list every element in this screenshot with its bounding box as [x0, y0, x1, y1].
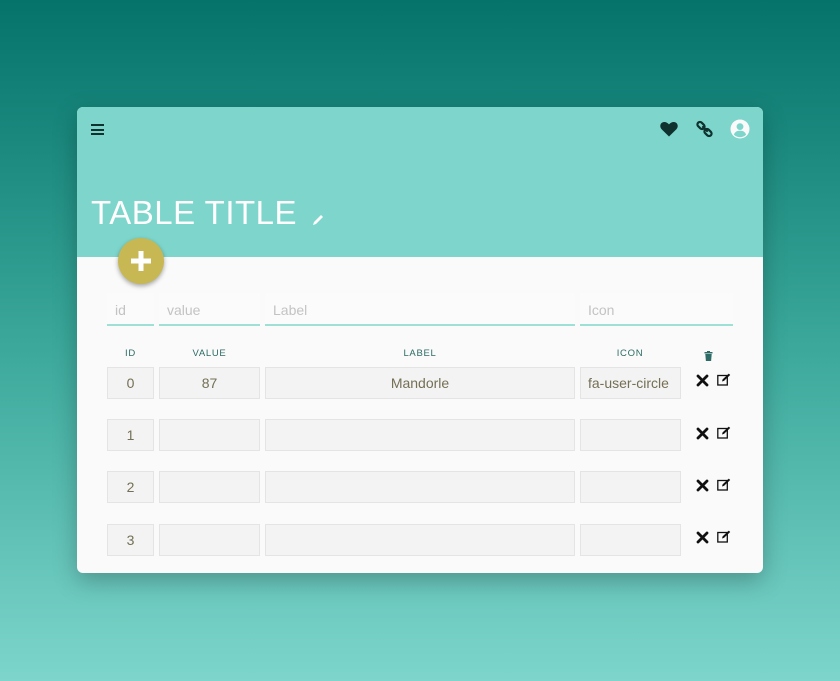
- delete-row-icon[interactable]: [696, 531, 709, 544]
- cell-label[interactable]: [265, 524, 575, 556]
- link-icon[interactable]: [695, 119, 715, 139]
- filter-id-input[interactable]: [107, 293, 154, 326]
- cell-label[interactable]: [265, 419, 575, 451]
- column-header-icon[interactable]: ICON: [580, 348, 680, 359]
- cell-value[interactable]: [159, 524, 260, 556]
- cell-value[interactable]: [159, 471, 260, 503]
- user-circle-icon[interactable]: [730, 119, 750, 139]
- delete-row-icon[interactable]: [696, 374, 709, 387]
- cell-id[interactable]: 3: [107, 524, 154, 556]
- column-header-label[interactable]: LABEL: [265, 348, 575, 359]
- cell-id[interactable]: 0: [107, 367, 154, 399]
- edit-row-icon[interactable]: [717, 530, 731, 543]
- cell-value[interactable]: [159, 419, 260, 451]
- card-header: TABLE TITLE: [77, 107, 763, 257]
- trash-icon[interactable]: [704, 348, 713, 361]
- table-title: TABLE TITLE: [91, 194, 298, 231]
- cell-value[interactable]: 87: [159, 367, 260, 399]
- column-header-value[interactable]: VALUE: [159, 348, 260, 359]
- add-row-button[interactable]: [118, 238, 164, 284]
- cell-label[interactable]: Mandorle: [265, 367, 575, 399]
- cell-icon[interactable]: [580, 524, 681, 556]
- edit-row-icon[interactable]: [717, 426, 731, 439]
- filter-label-input[interactable]: [265, 293, 575, 326]
- delete-row-icon[interactable]: [696, 479, 709, 492]
- edit-title-icon[interactable]: [311, 213, 325, 227]
- edit-row-icon[interactable]: [717, 373, 731, 386]
- cell-icon[interactable]: [580, 419, 681, 451]
- edit-row-icon[interactable]: [717, 478, 731, 491]
- delete-row-icon[interactable]: [696, 427, 709, 440]
- filter-icon-input[interactable]: [580, 293, 733, 326]
- cell-id[interactable]: 2: [107, 471, 154, 503]
- menu-icon[interactable]: [91, 124, 104, 135]
- heart-icon[interactable]: [659, 119, 679, 139]
- cell-icon[interactable]: fa-user-circle: [580, 367, 681, 399]
- column-header-id[interactable]: ID: [107, 348, 154, 359]
- cell-id[interactable]: 1: [107, 419, 154, 451]
- cell-icon[interactable]: [580, 471, 681, 503]
- cell-label[interactable]: [265, 471, 575, 503]
- table-card: TABLE TITLE ID VALUE LABEL ICON 0 87 Man…: [77, 107, 763, 573]
- filter-value-input[interactable]: [159, 293, 260, 326]
